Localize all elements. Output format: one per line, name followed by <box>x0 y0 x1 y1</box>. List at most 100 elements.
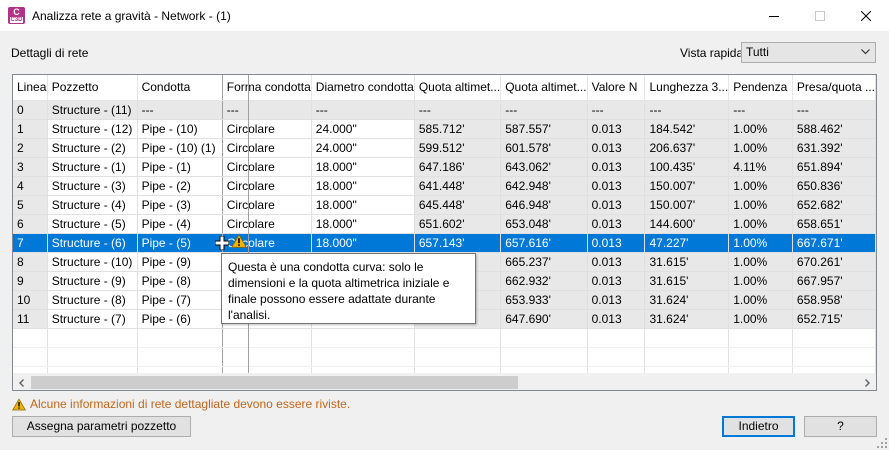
scrollbar-thumb[interactable] <box>31 376 518 389</box>
cell-condotta[interactable]: Pipe - (4) <box>137 214 223 234</box>
cell-forma-condotta[interactable]: --- <box>222 100 312 120</box>
cell-diametro-condotta[interactable]: 24.000" <box>311 119 415 139</box>
cell-pendenza[interactable]: 1.00% <box>728 195 793 215</box>
cell-forma-condotta[interactable]: Circolare <box>222 138 312 158</box>
column-header-pozzetto[interactable]: Pozzetto <box>47 75 138 101</box>
cell-quota-altimetrica-1[interactable]: 651.602' <box>414 214 502 234</box>
cell-pozzetto[interactable]: Structure - (7) <box>47 309 138 329</box>
cell-linea[interactable]: 1 <box>13 119 48 139</box>
cell-pozzetto[interactable]: Structure - (12) <box>47 119 138 139</box>
column-header-valore-n[interactable]: Valore N <box>587 75 646 101</box>
quick-view-select[interactable]: Tutti <box>741 42 876 63</box>
cell-pendenza[interactable]: 1.00% <box>728 214 793 234</box>
cell-forma-condotta[interactable]: Circolare <box>222 176 312 196</box>
cell-quota-altimetrica-1[interactable]: 657.143' <box>414 233 502 253</box>
cell-presa-quota[interactable]: 658.651' <box>792 214 876 234</box>
cell-quota-altimetrica-2[interactable]: 642.948' <box>500 176 588 196</box>
cell-pozzetto[interactable]: Structure - (5) <box>47 214 138 234</box>
column-header-diametro-condotta[interactable]: Diametro condotta <box>311 75 415 101</box>
cell-condotta[interactable]: Pipe - (6) <box>137 309 223 329</box>
cell-valore-n[interactable]: 0.013 <box>587 157 646 177</box>
cell-quota-altimetrica-2[interactable]: 653.933' <box>500 290 588 310</box>
cell-quota-altimetrica-2[interactable]: --- <box>500 100 588 120</box>
cell-condotta[interactable]: Pipe - (10) (1) <box>137 138 223 158</box>
table-row[interactable]: 7 Structure - (6) Pipe - (5) Circolare 18.00… <box>13 233 876 253</box>
cell-quota-altimetrica-2[interactable]: 587.557' <box>500 119 588 139</box>
cell-diametro-condotta[interactable]: 18.000" <box>311 214 415 234</box>
cell-lunghezza[interactable]: 31.615' <box>644 271 730 291</box>
scroll-right-icon[interactable] <box>862 378 872 388</box>
horizontal-scrollbar[interactable] <box>13 373 876 390</box>
cell-condotta[interactable]: Pipe - (5) <box>137 233 223 253</box>
cell-presa-quota[interactable]: 651.894' <box>792 157 876 177</box>
table-row[interactable]: 4 Structure - (3) Pipe - (2) Circolare 18.00… <box>13 176 876 196</box>
cell-presa-quota[interactable]: 667.957' <box>792 271 876 291</box>
cell-quota-altimetrica-1[interactable]: 645.448' <box>414 195 502 215</box>
maximize-button[interactable] <box>797 0 843 32</box>
cell-lunghezza[interactable]: 144.600' <box>644 214 730 234</box>
cell-presa-quota[interactable]: --- <box>792 100 876 120</box>
cell-quota-altimetrica-1[interactable]: 585.712' <box>414 119 502 139</box>
cell-linea[interactable]: 9 <box>13 271 48 291</box>
cell-presa-quota[interactable]: 658.958' <box>792 290 876 310</box>
cell-pozzetto[interactable]: Structure - (11) <box>47 100 138 120</box>
cell-lunghezza[interactable]: 31.615' <box>644 252 730 272</box>
cell-pendenza[interactable]: 1.00% <box>728 176 793 196</box>
cell-pendenza[interactable]: --- <box>728 100 793 120</box>
column-header-quota-altimetrica-2[interactable]: Quota altimet... <box>500 75 588 101</box>
cell-lunghezza[interactable]: 31.624' <box>644 309 730 329</box>
cell-linea[interactable]: 11 <box>13 309 48 329</box>
cell-forma-condotta[interactable]: Circolare <box>222 119 312 139</box>
cell-diametro-condotta[interactable]: 18.000" <box>311 195 415 215</box>
cell-linea[interactable]: 10 <box>13 290 48 310</box>
cell-quota-altimetrica-2[interactable]: 647.690' <box>500 309 588 329</box>
assign-structure-parameters-button[interactable]: Assegna parametri pozzetto <box>12 416 191 437</box>
cell-condotta[interactable]: Pipe - (7) <box>137 290 223 310</box>
cell-diametro-condotta[interactable]: 24.000" <box>311 138 415 158</box>
resize-grip-icon[interactable] <box>877 438 887 448</box>
close-button[interactable] <box>843 0 889 32</box>
cell-pendenza[interactable]: 1.00% <box>728 138 793 158</box>
column-header-linea[interactable]: Linea <box>13 75 48 101</box>
column-header-lunghezza[interactable]: Lunghezza 3... <box>644 75 730 101</box>
cell-pendenza[interactable]: 4.11% <box>728 157 793 177</box>
table-row[interactable]: 2 Structure - (2) Pipe - (10) (1) Circolare… <box>13 138 876 158</box>
cell-pendenza[interactable]: 1.00% <box>728 290 793 310</box>
cell-quota-altimetrica-2[interactable]: 643.062' <box>500 157 588 177</box>
cell-valore-n[interactable]: --- <box>587 100 646 120</box>
cell-pozzetto[interactable]: Structure - (4) <box>47 195 138 215</box>
cell-pozzetto[interactable]: Structure - (10) <box>47 252 138 272</box>
cell-presa-quota[interactable]: 667.671' <box>792 233 876 253</box>
cell-quota-altimetrica-1[interactable]: 641.448' <box>414 176 502 196</box>
cell-pozzetto[interactable]: Structure - (1) <box>47 157 138 177</box>
cell-quota-altimetrica-2[interactable]: 601.578' <box>500 138 588 158</box>
cell-diametro-condotta[interactable]: 18.000" <box>311 157 415 177</box>
cell-quota-altimetrica-2[interactable]: 657.616' <box>500 233 588 253</box>
cell-linea[interactable]: 4 <box>13 176 48 196</box>
cell-lunghezza[interactable]: 150.007' <box>644 176 730 196</box>
cell-condotta[interactable]: Pipe - (8) <box>137 271 223 291</box>
cell-condotta[interactable]: Pipe - (10) <box>137 119 223 139</box>
cell-presa-quota[interactable]: 631.392' <box>792 138 876 158</box>
scroll-left-icon[interactable] <box>17 378 27 388</box>
cell-forma-condotta[interactable]: Circolare <box>222 195 312 215</box>
cell-valore-n[interactable]: 0.013 <box>587 309 646 329</box>
cell-lunghezza[interactable]: 31.624' <box>644 290 730 310</box>
cell-valore-n[interactable]: 0.013 <box>587 138 646 158</box>
cell-linea[interactable]: 6 <box>13 214 48 234</box>
cell-quota-altimetrica-2[interactable]: 646.948' <box>500 195 588 215</box>
cell-quota-altimetrica-2[interactable]: 662.932' <box>500 271 588 291</box>
cell-pendenza[interactable]: 1.00% <box>728 309 793 329</box>
cell-presa-quota[interactable]: 670.261' <box>792 252 876 272</box>
cell-quota-altimetrica-2[interactable]: 653.048' <box>500 214 588 234</box>
cell-pozzetto[interactable]: Structure - (8) <box>47 290 138 310</box>
column-header-condotta[interactable]: Condotta <box>137 75 223 101</box>
cell-linea[interactable]: 2 <box>13 138 48 158</box>
table-row[interactable]: 6 Structure - (5) Pipe - (4) Circolare 18.00… <box>13 214 876 234</box>
network-details-grid[interactable]: Linea Pozzetto Condotta Forma condotta D… <box>12 74 877 391</box>
cell-quota-altimetrica-1[interactable]: 647.186' <box>414 157 502 177</box>
cell-quota-altimetrica-2[interactable]: 665.237' <box>500 252 588 272</box>
cell-valore-n[interactable]: 0.013 <box>587 233 646 253</box>
cell-pozzetto[interactable]: Structure - (6) <box>47 233 138 253</box>
cell-pozzetto[interactable]: Structure - (9) <box>47 271 138 291</box>
